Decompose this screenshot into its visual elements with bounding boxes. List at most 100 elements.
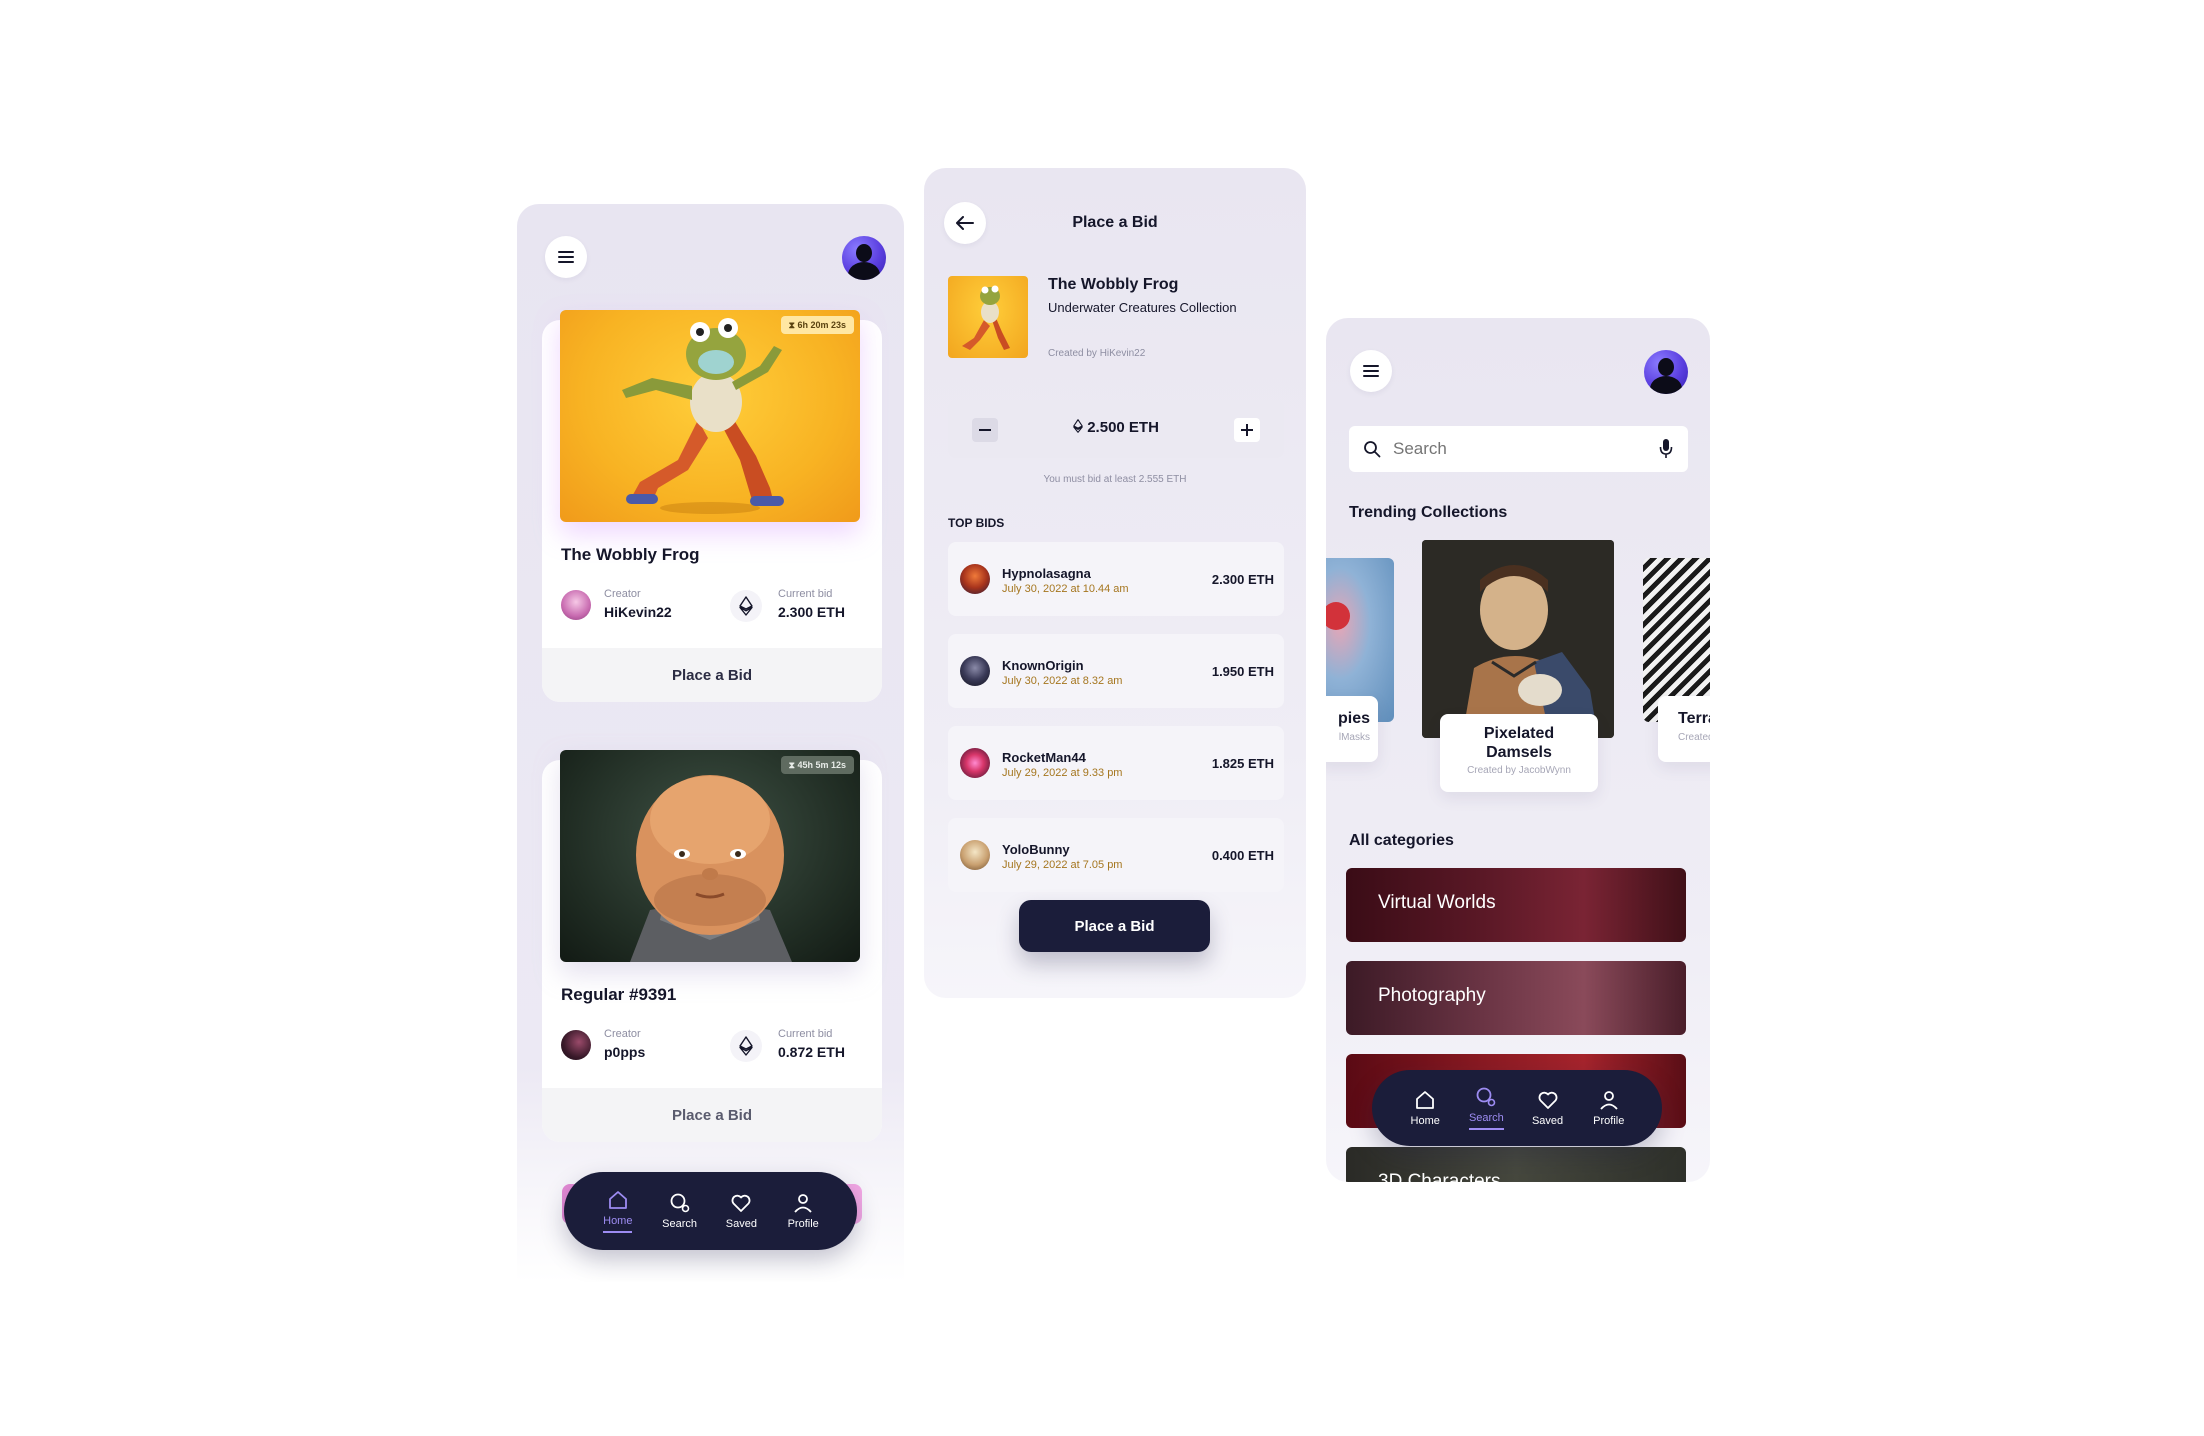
place-bid-button[interactable]: Place a Bid [542,648,882,702]
creator-name[interactable]: HiKevin22 [604,604,672,620]
place-bid-button[interactable]: Place a Bid [542,1088,882,1142]
home-icon [608,1191,627,1209]
nft-title: The Wobbly Frog [561,545,700,564]
home-icon [1416,1091,1435,1109]
bidder-name: YoloBunny [1002,842,1070,857]
creator-name[interactable]: p0pps [604,1044,645,1060]
bidder-avatar [960,840,990,870]
auction-timer: ⧗ 6h 20m 23s [780,316,854,334]
nft-image-wobbly-frog[interactable]: ⧗ 6h 20m 23s [560,310,860,522]
collection-card[interactable]: Terra Created [1658,696,1710,762]
category-label: Virtual Worlds [1378,892,1496,913]
ethereum-icon [739,1036,753,1056]
collection-title: pies [1337,710,1370,727]
eth-badge [730,1030,762,1062]
bid-amount: 0.400 ETH [1211,848,1274,863]
creator-label: Creator [604,1028,641,1040]
bid-date: July 29, 2022 at 7.05 pm [1002,859,1123,871]
ethereum-icon [739,596,753,616]
bid-row[interactable]: Hypnolasagna July 30, 2022 at 10.44 am 2… [948,542,1284,616]
bid-row[interactable]: YoloBunny July 29, 2022 at 7.05 pm 0.400… [948,818,1284,892]
current-bid-value: 0.872 ETH [778,1044,845,1060]
nav-home[interactable]: Home [1397,1089,1453,1127]
created-by: Created by HiKevin22 [1048,348,1146,359]
eth-badge [730,590,762,622]
nav-search-label: Search [1468,1112,1504,1130]
bid-row[interactable]: RocketMan44 July 29, 2022 at 9.33 pm 1.8… [948,726,1284,800]
ethereum-icon [1073,419,1083,433]
user-avatar[interactable] [842,236,886,280]
nav-home-label: Home [1410,1115,1440,1127]
current-bid-label: Current bid [778,1028,833,1040]
bid-date: July 30, 2022 at 8.32 am [1002,675,1123,687]
frog-illustration [622,318,784,514]
place-bid-screen: Place a Bid The Wobbly Frog Underwater C… [924,168,1306,998]
collection-title: Pixelated Damsels [1483,725,1555,761]
frog-thumbnail-illustration [962,285,1010,350]
creator-avatar[interactable] [561,1030,591,1060]
collection-card[interactable]: Pixelated Damsels Created by JacobWynn [1440,714,1598,792]
page-title: Place a Bid [1072,214,1158,231]
bidder-name: RocketMan44 [1002,750,1086,765]
creator-avatar[interactable] [561,590,591,620]
collection-creator: Created by JacobWynn [1467,765,1571,776]
nav-saved-label: Saved [1531,1115,1564,1127]
nav-profile[interactable]: Profile [1581,1089,1637,1127]
collection-creator: lMasks [1338,732,1370,743]
bid-date: July 30, 2022 at 10.44 am [1002,583,1129,595]
home-screen: ⧗ 6h 20m 23s The Wobbly Frog Creator HiK… [517,204,904,1282]
plus-icon [1241,424,1253,436]
category-label: Photography [1378,985,1486,1006]
nav-home[interactable]: Home [590,1189,646,1233]
search-input[interactable] [1393,436,1643,462]
search-icon [670,1193,689,1213]
place-bid-submit-button[interactable]: Place a Bid [1019,900,1210,952]
search-bar[interactable] [1349,426,1688,472]
bid-amount: 2.300 ETH [1211,572,1274,587]
nft-card[interactable]: ⧗ 6h 20m 23s The Wobbly Frog Creator HiK… [542,310,882,702]
bidder-avatar [960,656,990,686]
timer-text: 45h 5m 12s [797,760,846,770]
bidder-name: Hypnolasagna [1002,566,1091,581]
category-card[interactable]: 3D Characters [1346,1147,1686,1182]
bid-row[interactable]: KnownOrigin July 30, 2022 at 8.32 am 1.9… [948,634,1284,708]
collection-title: Terra [1678,710,1710,727]
bottom-nav: Home Search Saved Profile [1372,1070,1662,1146]
category-card[interactable]: Photography [1346,961,1686,1035]
heart-icon [1538,1091,1558,1109]
search-icon [1476,1087,1496,1107]
top-bids-heading: TOP BIDS [948,516,1005,530]
user-avatar[interactable] [1644,350,1688,394]
nft-thumbnail [948,276,1028,358]
nav-saved-label: Saved [725,1218,757,1230]
category-card[interactable]: Virtual Worlds [1346,868,1686,942]
nft-image-regular-9391[interactable]: ⧗ 45h 5m 12s [560,750,860,962]
auction-timer: ⧗ 45h 5m 12s [780,756,854,774]
all-categories-heading: All categories [1349,832,1454,849]
increase-button[interactable] [1234,418,1260,442]
nav-profile-label: Profile [1593,1115,1625,1127]
timer-text: 6h 20m 23s [797,320,846,330]
nav-search[interactable]: Search [652,1192,708,1230]
current-bid-value: 2.300 ETH [778,604,845,620]
hamburger-icon [558,251,574,263]
collection-card[interactable]: pies lMasks [1326,696,1378,762]
creator-label: Creator [604,588,641,600]
bid-amount-value: 2.500 ETH [1087,419,1159,436]
nav-search[interactable]: Search [1458,1086,1514,1130]
collection-image[interactable] [1422,540,1614,738]
nft-card[interactable]: ⧗ 45h 5m 12s Regular #9391 Creator p0pps… [542,750,882,1142]
bid-amount: 1.825 ETH [1211,756,1274,771]
current-bid-label: Current bid [778,588,833,600]
collection-name[interactable]: Underwater Creatures Collection [1048,300,1237,315]
microphone-icon[interactable] [1659,438,1673,460]
pixel-portrait-illustration [1422,540,1614,738]
bid-amount: 1.950 ETH [1211,664,1274,679]
menu-button[interactable] [545,236,587,278]
nav-saved[interactable]: Saved [713,1192,769,1230]
hamburger-icon [1363,365,1379,377]
menu-button[interactable] [1350,350,1392,392]
nav-saved[interactable]: Saved [1520,1089,1576,1127]
nav-profile[interactable]: Profile [775,1192,831,1230]
user-icon [1600,1091,1618,1110]
